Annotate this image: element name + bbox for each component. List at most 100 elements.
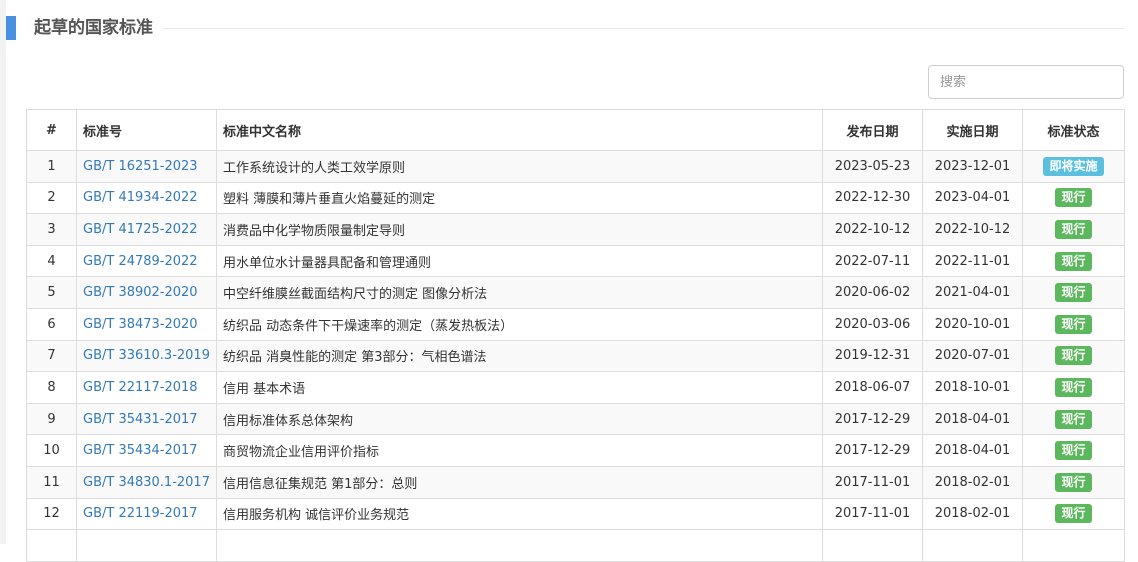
- row-index: 3: [26, 213, 77, 246]
- standard-code-cell: GB/T 38473-2020: [76, 307, 217, 341]
- empty-cell: [76, 529, 217, 562]
- status-cell: 现行: [1022, 276, 1125, 309]
- standard-code-cell: GB/T 38902-2020: [76, 276, 217, 309]
- standard-code-link[interactable]: GB/T 34830.1-2017: [83, 475, 210, 490]
- status-cell: 现行: [1022, 371, 1125, 404]
- standard-code-link[interactable]: GB/T 22119-2017: [83, 506, 198, 521]
- empty-cell: [822, 529, 923, 562]
- effective-date: 2018-04-01: [922, 402, 1023, 436]
- section-header: 起草的国家标准: [6, 16, 1124, 40]
- standard-code-link[interactable]: GB/T 35434-2017: [83, 443, 198, 458]
- row-index: 2: [26, 181, 77, 215]
- standard-name: 消费品中化学物质限量制定导则: [216, 213, 823, 246]
- standard-name: 用水单位水计量器具配备和管理通则: [216, 244, 823, 278]
- standard-name: 信用服务机构 诚信评价业务规范: [216, 497, 823, 531]
- column-header-name[interactable]: 标准中文名称: [216, 109, 823, 151]
- table-header-row: # 标准号 标准中文名称 发布日期 实施日期 标准状态: [26, 109, 1125, 151]
- status-cell: 现行: [1022, 465, 1125, 499]
- effective-date: 2018-02-01: [922, 497, 1023, 531]
- status-badge: 现行: [1055, 314, 1092, 334]
- empty-cell: [216, 529, 823, 562]
- publish-date: 2022-07-11: [822, 244, 923, 278]
- publish-date: 2017-12-29: [822, 434, 923, 467]
- status-badge: 现行: [1055, 188, 1092, 208]
- standard-code-cell: GB/T 41725-2022: [76, 213, 217, 246]
- empty-cell: [922, 529, 1023, 562]
- standard-code-cell: GB/T 24789-2022: [76, 244, 217, 278]
- publish-date: 2020-06-02: [822, 276, 923, 309]
- section-accent-bar: [6, 16, 16, 40]
- status-cell: 现行: [1022, 402, 1125, 436]
- row-index: 10: [26, 434, 77, 467]
- standard-name: 信用 基本术语: [216, 371, 823, 404]
- standard-name: 纺织品 消臭性能的测定 第3部分：气相色谱法: [216, 339, 823, 373]
- status-cell: 现行: [1022, 434, 1125, 467]
- status-cell: 现行: [1022, 181, 1125, 215]
- table-row: 12 GB/T 22119-2017 信用服务机构 诚信评价业务规范 2017-11-…: [26, 497, 1125, 531]
- standard-code-link[interactable]: GB/T 41934-2022: [83, 190, 198, 205]
- standard-name: 信用信息征集规范 第1部分：总则: [216, 465, 823, 499]
- table-row: 2 GB/T 41934-2022 塑料 薄膜和薄片垂直火焰蔓延的测定 2022-12…: [26, 181, 1125, 215]
- standard-code-link[interactable]: GB/T 33610.3-2019: [83, 348, 210, 363]
- column-header-status[interactable]: 标准状态: [1022, 109, 1125, 151]
- table-body: 1 GB/T 16251-2023 工作系统设计的人类工效学原则 2023-05-23…: [26, 150, 1125, 562]
- column-header-publish-date[interactable]: 发布日期: [822, 109, 923, 151]
- row-index: 6: [26, 307, 77, 341]
- page-left-border: [0, 0, 6, 544]
- status-cell: 现行: [1022, 244, 1125, 278]
- column-header-effective-date[interactable]: 实施日期: [922, 109, 1023, 151]
- table-header: # 标准号 标准中文名称 发布日期 实施日期 标准状态: [26, 109, 1125, 151]
- row-index: 4: [26, 244, 77, 278]
- publish-date: 2017-11-01: [822, 497, 923, 531]
- search-input[interactable]: [928, 65, 1124, 99]
- publish-date: 2022-10-12: [822, 213, 923, 246]
- effective-date: 2022-11-01: [922, 244, 1023, 278]
- table-row: 1 GB/T 16251-2023 工作系统设计的人类工效学原则 2023-05-23…: [26, 150, 1125, 183]
- standard-name: 中空纤维膜丝截面结构尺寸的测定 图像分析法: [216, 276, 823, 309]
- standard-code-cell: GB/T 22117-2018: [76, 371, 217, 404]
- standard-name: 纺织品 动态条件下干燥速率的测定（蒸发热板法）: [216, 307, 823, 341]
- standard-code-link[interactable]: GB/T 35431-2017: [83, 412, 198, 427]
- column-header-index[interactable]: #: [26, 109, 77, 151]
- empty-cell: [1022, 529, 1125, 562]
- table-row: 9 GB/T 35431-2017 信用标准体系总体架构 2017-12-29 2018…: [26, 402, 1125, 436]
- publish-date: 2018-06-07: [822, 371, 923, 404]
- standard-code-link[interactable]: GB/T 41725-2022: [83, 222, 198, 237]
- standard-code-link[interactable]: GB/T 16251-2023: [83, 159, 198, 174]
- standard-code-link[interactable]: GB/T 38902-2020: [83, 285, 198, 300]
- table-row: 6 GB/T 38473-2020 纺织品 动态条件下干燥速率的测定（蒸发热板法） 2…: [26, 307, 1125, 341]
- standard-name: 塑料 薄膜和薄片垂直火焰蔓延的测定: [216, 181, 823, 215]
- publish-date: 2017-12-29: [822, 402, 923, 436]
- standards-table: # 标准号 标准中文名称 发布日期 实施日期 标准状态 1 GB/T 16251-…: [26, 109, 1125, 562]
- column-header-code[interactable]: 标准号: [76, 109, 217, 151]
- status-badge: 现行: [1055, 377, 1092, 397]
- section-title: 起草的国家标准: [34, 16, 163, 40]
- publish-date: 2022-12-30: [822, 181, 923, 215]
- table-row: 11 GB/T 34830.1-2017 信用信息征集规范 第1部分：总则 2017-…: [26, 465, 1125, 499]
- standard-code-link[interactable]: GB/T 38473-2020: [83, 317, 198, 332]
- standard-code-cell: GB/T 33610.3-2019: [76, 339, 217, 373]
- effective-date: 2018-02-01: [922, 465, 1023, 499]
- publish-date: 2019-12-31: [822, 339, 923, 373]
- publish-date: 2020-03-06: [822, 307, 923, 341]
- empty-cell: [26, 529, 77, 562]
- standard-name: 工作系统设计的人类工效学原则: [216, 150, 823, 183]
- table-row: 4 GB/T 24789-2022 用水单位水计量器具配备和管理通则 2022-07-…: [26, 244, 1125, 278]
- effective-date: 2018-04-01: [922, 434, 1023, 467]
- standard-code-cell: GB/T 22119-2017: [76, 497, 217, 531]
- row-index: 5: [26, 276, 77, 309]
- row-index: 1: [26, 150, 77, 183]
- row-index: 9: [26, 402, 77, 436]
- status-cell: 即将实施: [1022, 150, 1125, 183]
- status-cell: 现行: [1022, 307, 1125, 341]
- table-row-partial: [26, 529, 1125, 562]
- table-row: 5 GB/T 38902-2020 中空纤维膜丝截面结构尺寸的测定 图像分析法 202…: [26, 276, 1125, 309]
- row-index: 11: [26, 465, 77, 499]
- status-badge: 现行: [1055, 251, 1092, 271]
- standard-code-link[interactable]: GB/T 22117-2018: [83, 380, 198, 395]
- standard-code-link[interactable]: GB/T 24789-2022: [83, 254, 198, 269]
- standard-name: 商贸物流企业信用评价指标: [216, 434, 823, 467]
- effective-date: 2018-10-01: [922, 371, 1023, 404]
- status-badge: 现行: [1055, 219, 1092, 239]
- row-index: 12: [26, 497, 77, 531]
